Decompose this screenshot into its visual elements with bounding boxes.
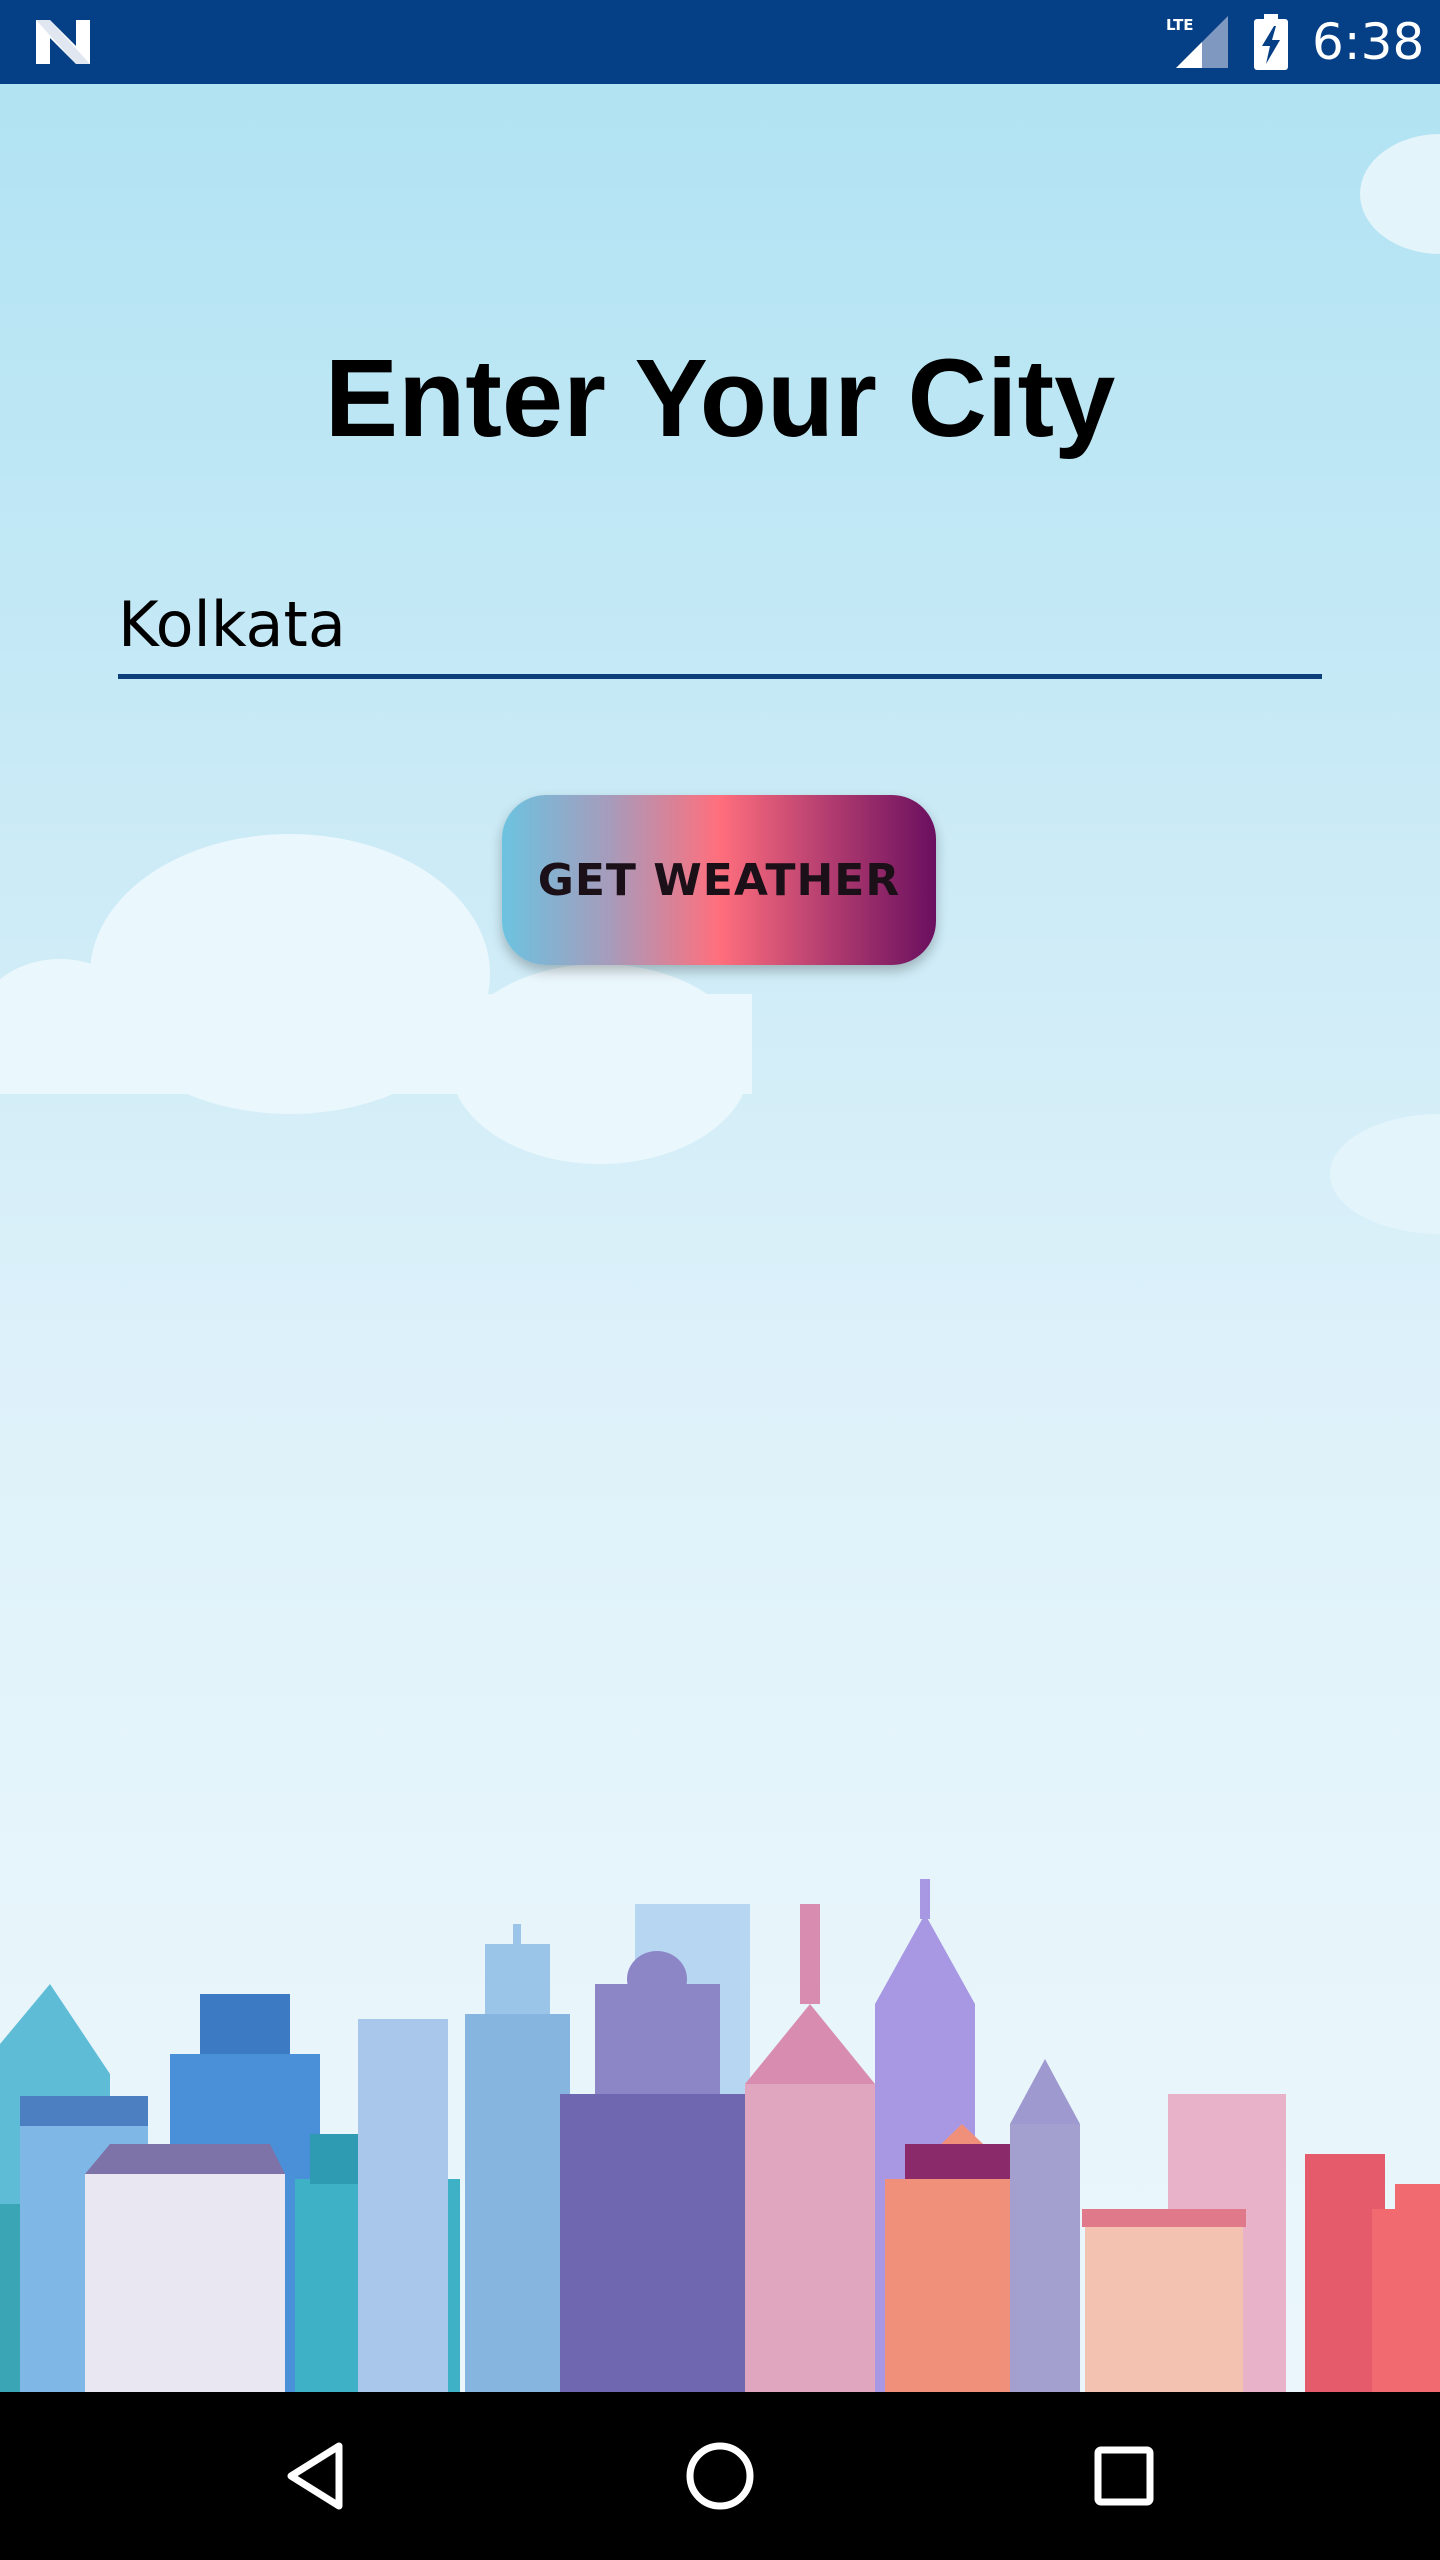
recents-button[interactable] <box>1064 2426 1184 2526</box>
status-time: 6:38 <box>1312 13 1425 71</box>
back-icon <box>287 2442 343 2510</box>
recents-icon <box>1094 2446 1154 2506</box>
lte-signal-icon: LTE <box>1166 16 1228 68</box>
home-button[interactable] <box>660 2426 780 2526</box>
skyline-buildings <box>0 1879 1440 2392</box>
cloud-top-right <box>1360 134 1440 254</box>
notification-n-icon <box>36 20 90 64</box>
get-weather-button[interactable]: GET WEATHER <box>502 795 936 965</box>
navigation-bar <box>0 2392 1440 2560</box>
battery-charging-icon <box>1254 14 1288 70</box>
city-input[interactable] <box>118 574 1322 674</box>
weather-app-screen: Enter Your City GET WEATHER <box>0 84 1440 2392</box>
status-bar: LTE 6:38 <box>0 0 1440 84</box>
city-input-container <box>118 574 1322 679</box>
page-title: Enter Your City <box>324 337 1116 460</box>
cloud-right <box>1330 1114 1440 1234</box>
lte-label: LTE <box>1166 16 1194 34</box>
home-icon <box>686 2442 754 2510</box>
back-button[interactable] <box>255 2426 375 2526</box>
